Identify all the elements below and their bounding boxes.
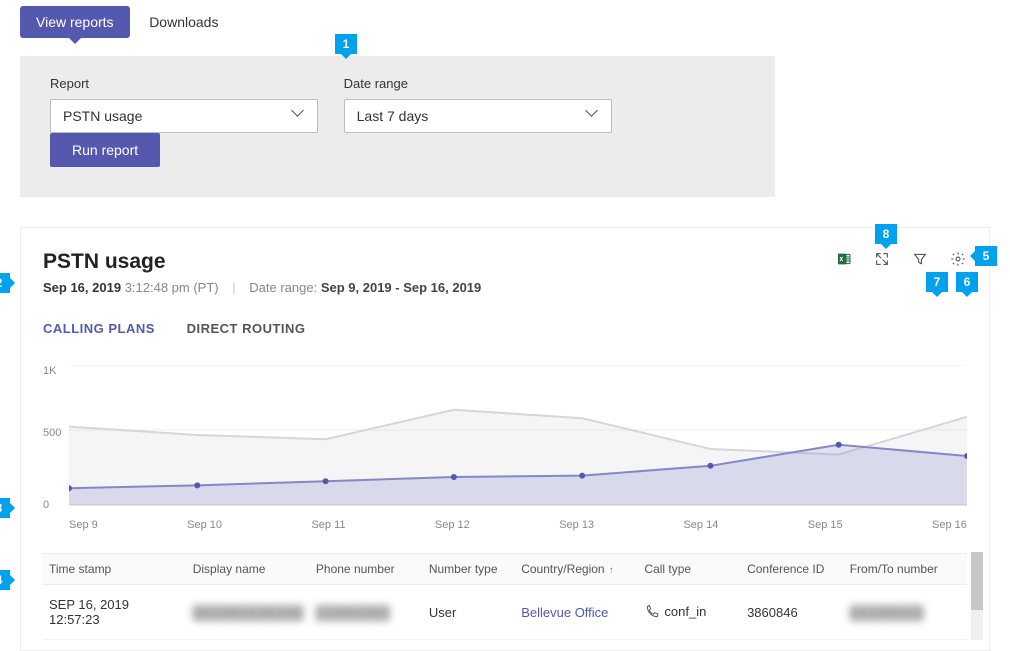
- report-actions: [835, 250, 967, 268]
- y-tick-mid: 500: [43, 427, 61, 439]
- table-body: SEP 16, 2019 12:57:23███████████████████…: [43, 585, 967, 640]
- annotation-5: 5: [975, 246, 997, 266]
- annotation-4: 4: [0, 570, 10, 590]
- sort-asc-icon: ↑: [609, 565, 614, 576]
- x-tick: Sep 14: [683, 519, 718, 531]
- report-date: Sep 16, 2019: [43, 280, 121, 295]
- cell-conf-id: 3860846: [741, 585, 844, 640]
- col-conf-id[interactable]: Conference ID: [741, 554, 844, 585]
- date-range-prefix: Date range:: [249, 280, 317, 295]
- x-tick: Sep 11: [311, 519, 345, 531]
- export-excel-icon[interactable]: [835, 250, 853, 268]
- cell-display-name: ████████████: [187, 585, 310, 640]
- date-range-value: Last 7 days: [357, 108, 429, 124]
- chart-svg: [69, 365, 967, 515]
- cell-timestamp: SEP 16, 2019 12:57:23: [43, 585, 187, 640]
- annotation-3: 3: [0, 498, 10, 518]
- x-tick: Sep 13: [559, 519, 594, 531]
- x-tick: Sep 15: [808, 519, 843, 531]
- col-from-to[interactable]: From/To number: [844, 554, 967, 585]
- scroll-thumb[interactable]: [971, 552, 983, 610]
- col-country[interactable]: Country/Region↑: [515, 554, 638, 585]
- x-tick: Sep 9: [69, 519, 98, 531]
- annotation-8: 8: [875, 224, 897, 244]
- col-number-type[interactable]: Number type: [423, 554, 515, 585]
- settings-icon[interactable]: [949, 250, 967, 268]
- date-range-label: Date range: [344, 76, 612, 91]
- cell-country[interactable]: Bellevue Office: [515, 585, 638, 640]
- usage-chart: 1K 500 0 Sep 9Sep 10Sep 11Sep 12Sep 13Se…: [43, 365, 967, 535]
- top-tabs: View reports Downloads: [0, 0, 1010, 38]
- col-timestamp[interactable]: Time stamp: [43, 554, 187, 585]
- report-select-group: Report PSTN usage: [50, 76, 318, 133]
- date-range-group: Date range Last 7 days: [344, 76, 612, 133]
- date-range-value-text: Sep 9, 2019 - Sep 16, 2019: [321, 280, 481, 295]
- fullscreen-icon[interactable]: [873, 250, 891, 268]
- col-phone[interactable]: Phone number: [310, 554, 423, 585]
- chevron-down-icon: [293, 110, 305, 122]
- annotation-2: 2: [0, 273, 10, 293]
- chevron-down-icon: [587, 110, 599, 122]
- report-time: 3:12:48 pm (PT): [125, 280, 219, 295]
- x-axis-labels: Sep 9 Sep 10 Sep 11 Sep 12 Sep 13 Sep 14 Sep 1…: [69, 519, 967, 531]
- phone-icon: [644, 604, 660, 620]
- col-display-name[interactable]: Display name: [187, 554, 310, 585]
- col-call-type[interactable]: Call type: [638, 554, 741, 585]
- report-config-bar: 1 Report PSTN usage Date range Last 7 da…: [20, 56, 775, 197]
- table-row[interactable]: SEP 16, 2019 12:57:23███████████████████…: [43, 585, 967, 640]
- subtab-calling-plans[interactable]: CALLING PLANS: [43, 321, 155, 340]
- date-range-select[interactable]: Last 7 days: [344, 99, 612, 133]
- report-label: Report: [50, 76, 318, 91]
- y-tick-top: 1K: [43, 365, 56, 377]
- report-card: 2 3 4 5 8 7 6 PSTN usage Sep 16, 2019 3:…: [20, 227, 990, 651]
- cell-from-to: ████████: [844, 585, 967, 640]
- tab-view-reports[interactable]: View reports: [20, 6, 130, 38]
- report-meta: Sep 16, 2019 3:12:48 pm (PT) | Date rang…: [43, 280, 967, 295]
- x-tick: Sep 10: [187, 519, 222, 531]
- filter-icon[interactable]: [911, 250, 929, 268]
- x-tick: Sep 16: [932, 519, 967, 531]
- x-tick: Sep 12: [435, 519, 470, 531]
- cell-call-type: conf_in: [638, 585, 741, 640]
- cell-number-type: User: [423, 585, 515, 640]
- report-title: PSTN usage: [43, 250, 967, 274]
- cell-phone: ████████: [310, 585, 423, 640]
- run-report-button[interactable]: Run report: [50, 133, 160, 167]
- tab-downloads[interactable]: Downloads: [133, 6, 234, 38]
- subtab-direct-routing[interactable]: DIRECT ROUTING: [187, 321, 306, 340]
- report-select-value: PSTN usage: [63, 108, 142, 124]
- subtabs: CALLING PLANS DIRECT ROUTING: [43, 321, 967, 341]
- y-tick-bot: 0: [43, 499, 49, 511]
- meta-separator: |: [232, 280, 235, 295]
- report-select[interactable]: PSTN usage: [50, 99, 318, 133]
